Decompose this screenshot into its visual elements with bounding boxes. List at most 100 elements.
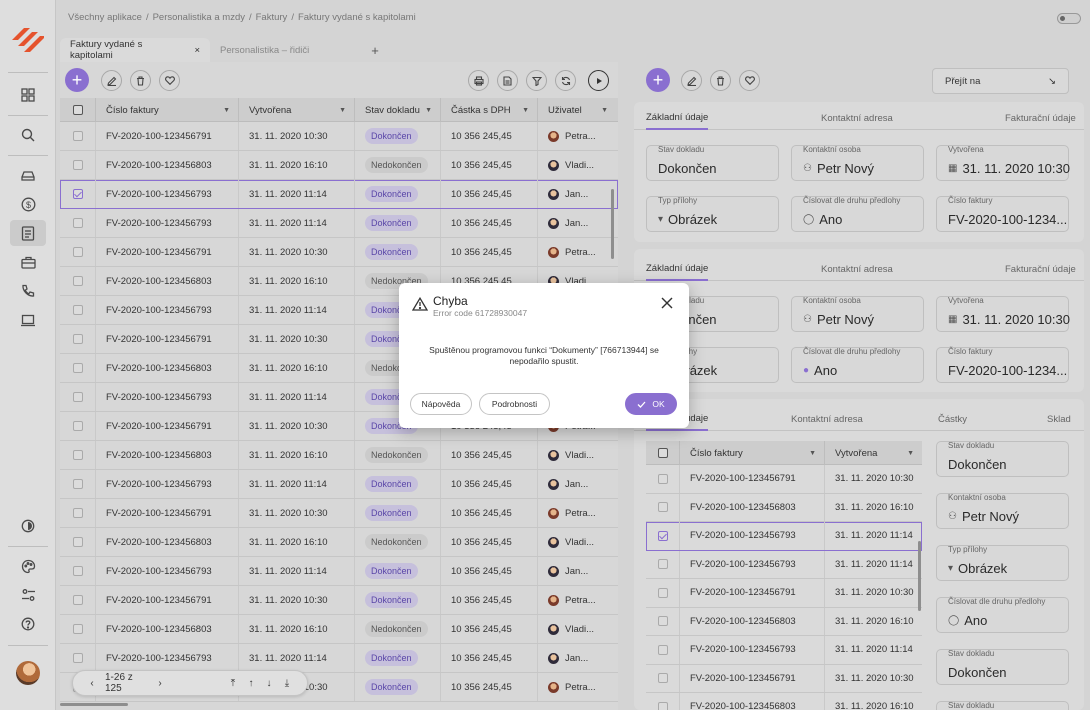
row-checkbox[interactable] — [60, 644, 96, 672]
detail-field[interactable]: Číslo faktury FV-2020-100-1234... — [936, 196, 1069, 232]
edit-icon[interactable] — [681, 70, 702, 91]
column-header[interactable]: Vytvořena ▼ — [825, 441, 922, 465]
table-row[interactable]: FV-2020-100-123456803 31. 11. 2020 16:10 N… — [60, 441, 618, 470]
detail-field[interactable]: Kontaktní osoba ⚇ Petr Nový — [936, 493, 1069, 529]
row-checkbox[interactable] — [646, 493, 680, 521]
detail-field[interactable]: Vytvořena ▦ 31. 11. 2020 10:30 — [936, 145, 1070, 181]
tab-contact-address[interactable]: Kontaktní adresa — [821, 106, 893, 130]
details-button[interactable]: Podrobnosti — [479, 393, 550, 415]
next-page-button[interactable]: › — [153, 671, 167, 695]
row-checkbox[interactable] — [60, 586, 96, 614]
table-row[interactable]: FV-2020-100-12345679131. 11. 2020 10:30 D… — [60, 238, 618, 267]
table-row[interactable]: FV-2020-100-12345679131. 11. 2020 10:30 D… — [60, 586, 618, 615]
edit-icon[interactable] — [101, 70, 122, 91]
tab-warehouse[interactable]: Sklad — [1047, 407, 1071, 431]
detail-field[interactable]: Stav dokladu — [936, 701, 1069, 710]
detail-field[interactable]: Číslovat dle druhu předlohy ◯ Ano — [791, 196, 924, 232]
row-checkbox[interactable] — [60, 354, 96, 382]
user-avatar[interactable] — [16, 661, 40, 685]
document-icon[interactable] — [497, 70, 518, 91]
row-checkbox[interactable] — [646, 664, 680, 692]
table-row[interactable]: FV-2020-100-12345679131. 11. 2020 10:30 D… — [60, 499, 618, 528]
column-header[interactable]: Uživatel ▼ — [538, 98, 616, 122]
detail-field[interactable]: Číslo faktury FV-2020-100-1234... — [936, 347, 1069, 383]
row-checkbox[interactable] — [60, 238, 96, 266]
row-checkbox[interactable] — [60, 209, 96, 237]
row-checkbox[interactable] — [60, 383, 96, 411]
grid-horizontal-scrollbar[interactable] — [60, 703, 128, 706]
column-header[interactable]: Částka s DPH ▼ — [441, 98, 538, 122]
table-row[interactable]: FV-2020-100-123456793 31. 11. 2020 11:14 — [646, 636, 922, 665]
row-checkbox[interactable] — [60, 180, 96, 208]
detail-field[interactable]: Typ přílohy ▾ Obrázek — [936, 545, 1069, 581]
tab-contact-address[interactable]: Kontaktní adresa — [821, 257, 893, 281]
detail-field[interactable]: Číslovat dle druhu předlohy ● Ano — [791, 347, 924, 383]
items-scrollbar[interactable] — [918, 541, 921, 611]
table-row[interactable]: FV-2020-100-123456793 31. 11. 2020 11:14 D… — [60, 644, 618, 673]
laptop-icon[interactable] — [10, 307, 46, 333]
row-checkbox[interactable] — [60, 441, 96, 469]
row-checkbox[interactable] — [60, 412, 96, 440]
grid-scrollbar[interactable] — [611, 189, 614, 259]
table-row[interactable]: FV-2020-100-123456793 31. 11. 2020 11:14 — [646, 550, 922, 579]
car-icon[interactable] — [10, 163, 46, 189]
row-checkbox[interactable] — [646, 465, 680, 493]
down-icon[interactable]: ↓ — [262, 671, 276, 695]
table-row[interactable]: FV-2020-100-123456803 31. 11. 2020 16:10 — [646, 693, 922, 710]
detail-field[interactable]: Vytvořena ▦ 31. 11. 2020 10:30 — [936, 296, 1070, 332]
tab-basic-info[interactable]: Základní údaje — [646, 106, 709, 130]
row-checkbox[interactable] — [60, 267, 96, 295]
detail-field[interactable]: Stav dokladu Dokončen — [936, 649, 1069, 685]
table-row[interactable]: FV-2020-100-123456803 31. 11. 2020 16:10 — [646, 607, 922, 636]
theme-toggle[interactable] — [1057, 13, 1081, 24]
ok-button[interactable]: OK — [625, 393, 677, 415]
row-checkbox[interactable] — [60, 557, 96, 585]
tab-amounts[interactable]: Částky — [938, 407, 967, 431]
row-checkbox[interactable] — [60, 528, 96, 556]
apps-grid-icon[interactable] — [10, 82, 46, 108]
palette-icon[interactable] — [10, 553, 46, 579]
detail-field[interactable]: Kontaktní osoba ⚇ Petr Nový — [791, 296, 924, 332]
select-all-checkbox[interactable] — [646, 441, 680, 465]
delete-icon[interactable] — [130, 70, 151, 91]
row-checkbox[interactable] — [60, 470, 96, 498]
search-icon[interactable] — [10, 122, 46, 148]
table-row[interactable]: FV-2020-100-123456793 31. 11. 2020 11:14 — [646, 522, 922, 551]
play-icon[interactable] — [588, 70, 609, 91]
table-row[interactable]: FV-2020-100-123456791 31. 11. 2020 10:30 — [646, 664, 922, 693]
briefcase-icon[interactable] — [10, 249, 46, 275]
table-row[interactable]: FV-2020-100-123456803 31. 11. 2020 16:10 N… — [60, 528, 618, 557]
row-checkbox[interactable] — [646, 607, 680, 635]
close-icon[interactable]: × — [194, 45, 200, 56]
row-checkbox[interactable] — [60, 615, 96, 643]
first-page-icon[interactable]: ⤒ — [226, 671, 240, 695]
column-header[interactable]: Číslo faktury ▼ — [680, 441, 825, 465]
phone-icon[interactable] — [10, 278, 46, 304]
tab-contact-address[interactable]: Kontaktní adresa — [791, 407, 863, 431]
refresh-icon[interactable] — [555, 70, 576, 91]
breadcrumb-item[interactable]: Faktury — [256, 12, 288, 23]
detail-field[interactable]: Stav dokladu Dokončen — [936, 441, 1069, 477]
column-header[interactable]: Vytvořena ▼ — [239, 98, 355, 122]
add-button[interactable]: + — [646, 68, 670, 92]
column-header[interactable]: Stav dokladu ▼ — [355, 98, 441, 122]
row-checkbox[interactable] — [60, 296, 96, 324]
last-page-icon[interactable]: ⤓ — [280, 671, 294, 695]
table-row[interactable]: FV-2020-100-123456791 31. 11. 2020 10:30 — [646, 579, 922, 608]
column-header[interactable]: Číslo faktury ▼ — [96, 98, 239, 122]
row-checkbox[interactable] — [60, 325, 96, 353]
filter-icon[interactable] — [526, 70, 547, 91]
table-row[interactable]: FV-2020-100-123456793 31. 11. 2020 11:14 D… — [60, 209, 618, 238]
tab-basic-info[interactable]: Základní údaje — [646, 257, 709, 281]
up-icon[interactable]: ↑ — [244, 671, 258, 695]
table-row[interactable]: FV-2020-100-123456803 31. 11. 2020 16:10 — [646, 493, 922, 522]
prev-page-button[interactable]: ‹ — [85, 671, 99, 695]
favorite-icon[interactable] — [159, 70, 180, 91]
row-checkbox[interactable] — [646, 550, 680, 578]
table-row[interactable]: FV-2020-100-123456793 31. 11. 2020 11:14 D… — [60, 557, 618, 586]
table-row[interactable]: FV-2020-100-123456803 31. 11. 2020 16:10 N… — [60, 151, 618, 180]
tab-billing[interactable]: Fakturační údaje — [1005, 106, 1076, 130]
add-tab-button[interactable]: + — [365, 38, 385, 62]
table-row[interactable]: FV-2020-100-123456791 31. 11. 2020 10:30 — [646, 465, 922, 494]
table-row[interactable]: FV-2020-100-123456793 31. 11. 2020 11:14 D… — [60, 180, 618, 209]
